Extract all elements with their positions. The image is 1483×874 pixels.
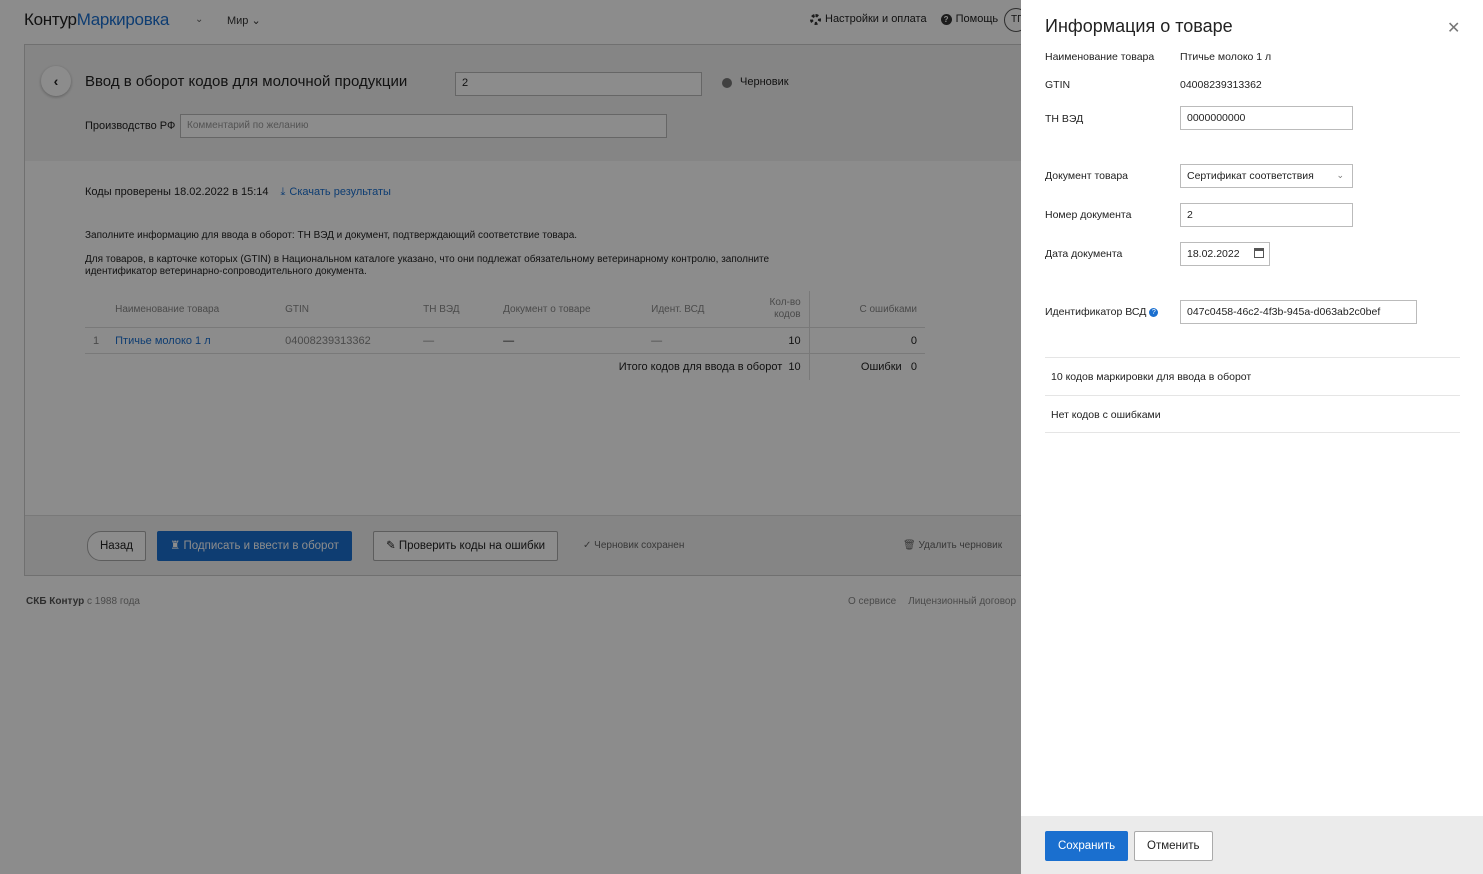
cancel-button[interactable]: Отменить [1134, 831, 1213, 861]
product-info-panel: Информация о товаре ✕ Наименование товар… [1021, 0, 1483, 874]
close-icon[interactable]: ✕ [1447, 18, 1460, 38]
doc-number-label: Номер документа [1045, 209, 1132, 221]
name-value: Птичье молоко 1 л [1180, 51, 1272, 63]
tnved-label: ТН ВЭД [1045, 113, 1084, 125]
name-label: Наименование товара [1045, 51, 1155, 63]
doc-type-label: Документ товара [1045, 170, 1129, 182]
calendar-icon[interactable] [1254, 248, 1264, 258]
doc-date-input[interactable]: 18.02.2022 [1180, 242, 1270, 266]
doc-date-label: Дата документа [1045, 248, 1123, 260]
panel-footer: Сохранить Отменить [1021, 816, 1483, 874]
gtin-value: 04008239313362 [1180, 79, 1262, 91]
errors-summary: Нет кодов с ошибками [1045, 395, 1460, 433]
doc-type-select[interactable]: Сертификат соответствия ⌄ [1180, 164, 1353, 188]
vsd-input[interactable]: 047c0458-46c2-4f3b-945a-d063ab2c0bef [1180, 300, 1417, 324]
panel-title: Информация о товаре [1045, 16, 1233, 36]
tnved-input[interactable]: 0000000000 [1180, 106, 1353, 130]
help-icon[interactable]: ? [1149, 307, 1159, 317]
chevron-down-icon: ⌄ [1336, 170, 1344, 180]
doc-number-input[interactable]: 2 [1180, 203, 1353, 227]
save-button[interactable]: Сохранить [1045, 831, 1129, 861]
gtin-label: GTIN [1045, 79, 1071, 91]
vsd-label: Идентификатор ВСД? [1045, 306, 1159, 318]
codes-summary: 10 кодов маркировки для ввода в оборот [1045, 357, 1460, 395]
